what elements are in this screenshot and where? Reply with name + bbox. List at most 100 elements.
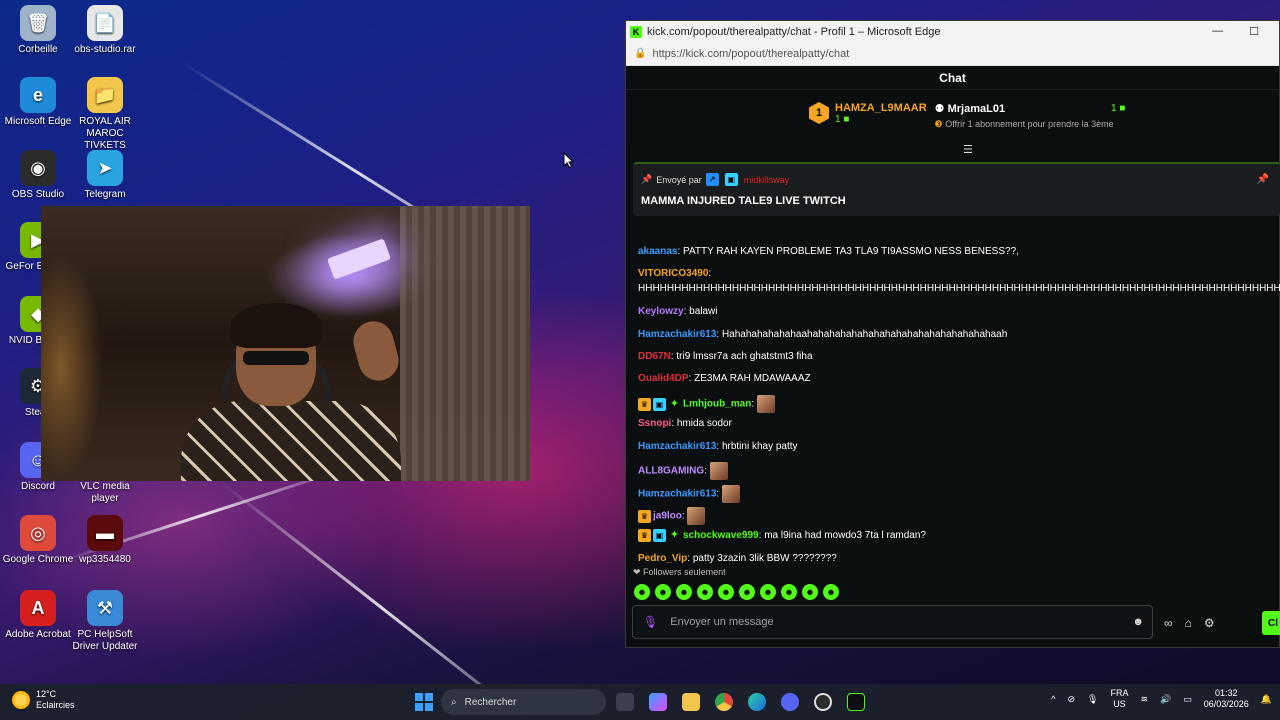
desktop-icon[interactable]: ▬ wp3354480 bbox=[67, 515, 143, 566]
battery-icon[interactable]: ▭ bbox=[1183, 694, 1192, 705]
chat-username[interactable]: Keylowzy bbox=[638, 306, 684, 317]
app-icon: 🗑 bbox=[20, 5, 56, 41]
emote-image[interactable] bbox=[756, 395, 775, 413]
edge-icon[interactable] bbox=[748, 693, 766, 711]
emote-icon[interactable]: ☻ bbox=[718, 584, 734, 600]
notification-bell-icon[interactable]: 🔔 bbox=[1261, 694, 1272, 705]
kick-logo-icon: K bbox=[630, 25, 642, 38]
chat-message: ♛ ▣ ✦ Lmhjoub_man: bbox=[638, 395, 775, 413]
chat-username[interactable]: akaanas bbox=[638, 246, 677, 257]
top-gifter-name[interactable]: HAMZA_L9MAAR bbox=[835, 102, 927, 114]
desktop-icon[interactable]: ➤ Telegram bbox=[67, 150, 143, 201]
desktop-icon[interactable]: 📄 obs-studio.rar bbox=[67, 5, 143, 56]
desktop-icon[interactable]: 📁 ROYAL AIR MAROC TIVKETS bbox=[67, 77, 143, 152]
desktop-icon[interactable]: 🗑 Corbeille bbox=[0, 5, 76, 56]
desktop-icon-label: wp3354480 bbox=[79, 554, 131, 565]
address-bar[interactable]: 🔒 https://kick.com/popout/therealpatty/c… bbox=[626, 42, 1279, 66]
expand-chevron-icon[interactable]: ☰ bbox=[963, 143, 973, 156]
vip-badge-icon: ✦ bbox=[669, 529, 680, 541]
chat-username[interactable]: Hamzachakir613 bbox=[638, 489, 716, 500]
app-icon: e bbox=[20, 77, 56, 113]
desktop-icon-label: OBS Studio bbox=[11, 189, 65, 200]
desktop-icon-label: obs-studio.rar bbox=[74, 44, 136, 55]
emote-image[interactable] bbox=[709, 462, 728, 480]
lang-bottom: US bbox=[1113, 699, 1126, 709]
microphone-icon[interactable]: 🎙 bbox=[643, 615, 658, 629]
chat-message: akaanas: PATTY RAH KAYEN PROBLEME TA3 TL… bbox=[638, 245, 1019, 258]
chat-message: Hamzachakir613: bbox=[638, 485, 740, 503]
maximize-button[interactable]: ☐ bbox=[1249, 25, 1259, 38]
url-text[interactable]: https://kick.com/popout/therealpatty/cha… bbox=[652, 48, 849, 60]
chat-username[interactable]: VITORICO3490 bbox=[638, 268, 708, 279]
chat-username[interactable]: ALL8GAMING bbox=[638, 466, 704, 477]
emote-icon[interactable]: ☻ bbox=[697, 584, 713, 600]
chat-username[interactable]: Lmhjoub_man bbox=[683, 399, 751, 410]
chat-username[interactable]: Ssnopi bbox=[638, 418, 671, 429]
edge-window: K kick.com/popout/therealpatty/chat - Pr… bbox=[625, 20, 1280, 648]
chat-username[interactable]: Oualid4DP bbox=[638, 373, 689, 384]
chat-input[interactable]: 🎙 Envoyer un message ☻ bbox=[632, 605, 1153, 639]
volume-icon[interactable]: 🔊 bbox=[1160, 694, 1171, 705]
chat-username[interactable]: Hamzachakir613 bbox=[638, 329, 716, 340]
clock[interactable]: 01:32 06/03/2026 bbox=[1204, 688, 1249, 710]
bluetooth-off-icon[interactable]: ⊘ bbox=[1067, 694, 1075, 705]
minimize-button[interactable]: — bbox=[1212, 25, 1223, 38]
file-explorer-icon[interactable] bbox=[682, 693, 700, 711]
emote-image[interactable] bbox=[721, 485, 740, 503]
desktop-icon[interactable]: e Microsoft Edge bbox=[0, 77, 76, 128]
desktop-icon[interactable]: A Adobe Acrobat bbox=[0, 590, 76, 641]
app-icon: ➤ bbox=[87, 150, 123, 186]
pinned-sender[interactable]: midkillsway bbox=[744, 175, 790, 185]
top-gifters-bar[interactable]: 1 HAMZA_L9MAAR 1 ■ ⚉ MrjamaL01 ❸ Offrir … bbox=[626, 90, 1279, 142]
clock-date: 06/03/2026 bbox=[1203, 699, 1249, 709]
emote-image[interactable] bbox=[687, 507, 706, 525]
crown-badge-icon: ♛ bbox=[638, 509, 651, 523]
desktop-icon[interactable]: ◎ Google Chrome bbox=[0, 515, 76, 566]
settings-gear-icon[interactable]: ⚙ bbox=[1204, 616, 1215, 630]
discord-icon[interactable] bbox=[781, 693, 799, 711]
emote-icon[interactable]: ☻ bbox=[802, 584, 818, 600]
emote-icon[interactable]: ☻ bbox=[634, 584, 650, 600]
emote-icon[interactable]: ☻ bbox=[739, 584, 755, 600]
weather-widget[interactable]: 12°C Eclaircies bbox=[12, 689, 75, 711]
wifi-icon[interactable]: ≋ bbox=[1140, 694, 1148, 705]
chat-username[interactable]: schockwave999 bbox=[683, 530, 759, 541]
desktop-icon[interactable]: ◉ OBS Studio bbox=[0, 150, 76, 201]
title-bar[interactable]: K kick.com/popout/therealpatty/chat - Pr… bbox=[626, 21, 1279, 42]
emote-icon[interactable]: ☻ bbox=[676, 584, 692, 600]
chat-username[interactable]: DD67N bbox=[638, 351, 671, 362]
task-view-icon[interactable] bbox=[616, 693, 634, 711]
start-button[interactable] bbox=[415, 693, 433, 711]
sent-by-label: Envoyé par bbox=[656, 174, 702, 185]
language-indicator[interactable]: FRA US bbox=[1110, 688, 1128, 710]
second-gifter-name[interactable]: MrjamaL01 bbox=[948, 103, 1005, 115]
search-placeholder: Rechercher bbox=[464, 696, 517, 708]
store-icon[interactable]: ⌂ bbox=[1185, 616, 1192, 630]
chrome-icon[interactable] bbox=[715, 693, 733, 711]
kick-app-icon[interactable] bbox=[847, 693, 865, 711]
app-icon: ▬ bbox=[87, 515, 123, 551]
microphone-tray-icon[interactable]: 🎙 bbox=[1087, 694, 1098, 705]
emote-icon[interactable]: ☻ bbox=[760, 584, 776, 600]
chat-message: Hamzachakir613: Hahahahahahahaahahahahah… bbox=[638, 328, 1007, 341]
emoji-picker-icon[interactable]: ☻ bbox=[1132, 616, 1144, 628]
infinity-icon[interactable]: ∞ bbox=[1164, 616, 1173, 630]
chat-username[interactable]: Pedro_Vip bbox=[638, 553, 687, 564]
taskbar-search[interactable]: ⌕ Rechercher bbox=[441, 689, 606, 715]
chat-message: DD67N: tri9 lmssr7a ach ghatstmt3 fiha bbox=[638, 350, 813, 363]
lock-icon: 🔒 bbox=[634, 48, 647, 59]
unpin-icon[interactable]: 📌 bbox=[1257, 174, 1269, 185]
copilot-icon[interactable] bbox=[649, 693, 667, 711]
desktop-icon-label: PC HelpSoft Driver Updater bbox=[72, 629, 138, 652]
desktop-icon-label: Discord bbox=[21, 481, 55, 492]
chat-username[interactable]: Hamzachakir613 bbox=[638, 441, 716, 452]
desktop-icon[interactable]: ⚒ PC HelpSoft Driver Updater bbox=[67, 590, 143, 653]
emote-icon[interactable]: ☻ bbox=[823, 584, 839, 600]
chat-username[interactable]: ja9loo bbox=[653, 511, 682, 522]
chat-message: VITORICO3490: bbox=[638, 267, 711, 280]
obs-icon[interactable] bbox=[814, 693, 832, 711]
send-button[interactable]: Cl bbox=[1262, 611, 1280, 635]
chevron-up-icon[interactable]: ^ bbox=[1051, 694, 1055, 704]
emote-icon[interactable]: ☻ bbox=[781, 584, 797, 600]
emote-icon[interactable]: ☻ bbox=[655, 584, 671, 600]
